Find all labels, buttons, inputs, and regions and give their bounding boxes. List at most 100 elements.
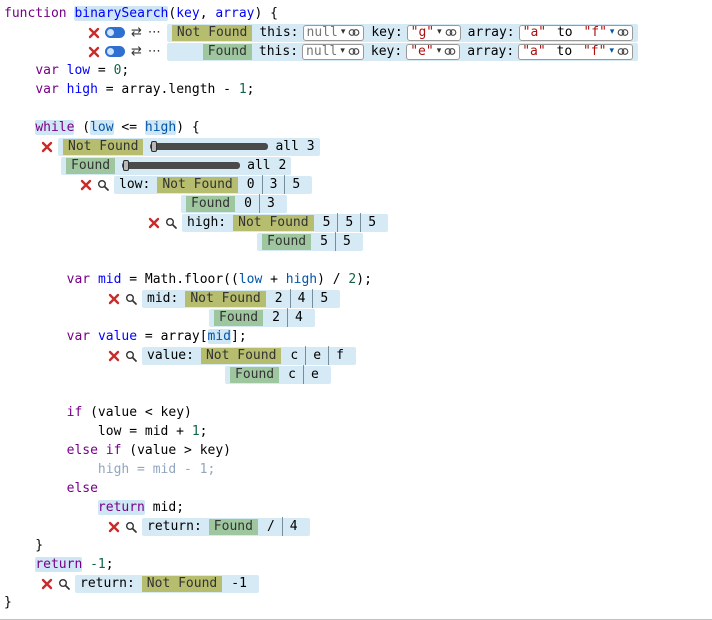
code-line: var mid = Math.floor((low + high) / 2);: [4, 270, 712, 289]
value-cells: 555: [321, 213, 383, 232]
code-line: return mid;: [4, 498, 712, 517]
call-row: ⇄⋯Foundthis:null▾key:"e"▾array:"a" to "f…: [88, 42, 712, 61]
more-icon[interactable]: ⋯: [148, 26, 161, 39]
probe-row: return:Found/4: [108, 517, 712, 536]
status-badge: Not Found: [172, 25, 252, 41]
value-cell: 5: [337, 213, 360, 232]
probe-strip: Foundce: [225, 366, 331, 384]
probe-label: high:: [187, 213, 226, 232]
arg-label: array:: [468, 23, 515, 42]
slider-label: all 2: [247, 156, 286, 175]
link-icon[interactable]: [348, 28, 360, 37]
link-icon[interactable]: [445, 28, 457, 37]
call-strip: Not Found this:null▾ key:"g"▾ array:"a" to …: [167, 24, 639, 42]
dropdown-value: null: [306, 42, 337, 61]
probe-strip: Found55: [257, 233, 363, 251]
value-dropdown[interactable]: "a" to "f"▾: [518, 44, 633, 60]
code-token: ) /: [317, 272, 348, 287]
iteration-slider-row: Not Foundall 3: [41, 137, 712, 156]
code-token: [4, 329, 67, 344]
code-token: [4, 82, 35, 97]
code-token: <=: [114, 120, 145, 135]
close-icon[interactable]: [108, 521, 120, 533]
code-line: var high = array.length - 1;: [4, 80, 712, 99]
probe-strip: return:Found/4: [142, 518, 310, 536]
magnifier-icon[interactable]: [125, 293, 137, 305]
code-line: }: [4, 536, 712, 555]
value-dropdown[interactable]: "g"▾: [407, 25, 461, 41]
toggle-switch[interactable]: [105, 46, 125, 57]
blank-line: [4, 384, 712, 403]
code-token: -1: [90, 557, 106, 572]
magnifier-icon[interactable]: [125, 521, 137, 533]
call-arg: key:"g"▾: [371, 23, 460, 42]
magnifier-icon[interactable]: [165, 217, 177, 229]
iteration-slider[interactable]: [122, 162, 240, 169]
call-arg: this:null▾: [259, 23, 364, 42]
close-icon[interactable]: [108, 350, 120, 362]
value-dropdown[interactable]: "a" to "f"▾: [519, 25, 634, 41]
chevron-down-icon: ▾: [609, 47, 614, 56]
code-token: var: [35, 82, 66, 97]
probe-highlight[interactable]: return: [98, 500, 145, 515]
close-icon[interactable]: [148, 217, 160, 229]
iteration-slider[interactable]: [150, 143, 268, 150]
swap-icon[interactable]: ⇄: [131, 26, 142, 39]
close-icon[interactable]: [41, 141, 53, 153]
code-token: [4, 120, 35, 135]
value-cell: 4: [282, 517, 305, 536]
code-token: (value < key): [82, 405, 192, 420]
slider-handle[interactable]: [151, 141, 157, 152]
value-dropdown[interactable]: "e"▾: [406, 44, 460, 60]
value-cell: 5: [318, 232, 335, 251]
value-cell: c: [288, 346, 305, 365]
value-cell: 3: [259, 194, 282, 213]
value-cells: 035: [245, 175, 307, 194]
code-token: (: [74, 120, 90, 135]
slider-handle[interactable]: [123, 160, 129, 171]
code-token: ;: [106, 557, 114, 572]
call-row: ⇄ ⋯ Not Found this:null▾ key:"g"▾ array:"a" t…: [88, 23, 712, 42]
magnifier-icon[interactable]: [125, 350, 137, 362]
status-badge: Found: [214, 310, 263, 326]
link-icon[interactable]: [617, 28, 629, 37]
call-strip: Foundthis:null▾key:"e"▾array:"a" to "f"▾: [167, 43, 638, 61]
value-cell: 5: [284, 175, 307, 194]
more-icon[interactable]: ⋯: [148, 45, 161, 58]
link-icon[interactable]: [617, 47, 629, 56]
code-token: if: [106, 443, 122, 458]
probe-label: return:: [80, 574, 135, 593]
probe-highlight[interactable]: low: [90, 120, 113, 135]
probe-strip: value:Not Foundcef: [142, 347, 356, 365]
close-icon[interactable]: [108, 293, 120, 305]
close-icon[interactable]: [41, 578, 53, 590]
dropdown-value: to: [549, 42, 580, 61]
value-dropdown[interactable]: null▾: [303, 25, 365, 41]
toggle-switch[interactable]: [105, 27, 125, 38]
slider-strip: Not Foundall 3: [58, 138, 320, 156]
probe-label: value:: [147, 346, 194, 365]
code-token: mid;: [145, 500, 184, 515]
probe-highlight[interactable]: while: [35, 120, 74, 135]
link-icon[interactable]: [444, 47, 456, 56]
code-line: if (value < key): [4, 403, 712, 422]
magnifier-icon[interactable]: [58, 578, 70, 590]
close-icon[interactable]: [88, 46, 100, 58]
code-token: ;: [247, 82, 255, 97]
call-arg: this:null▾: [259, 42, 364, 61]
code-token: else: [67, 443, 98, 458]
value-dropdown[interactable]: null▾: [302, 44, 364, 60]
value-cells: cef: [288, 346, 350, 365]
value-cell: e: [303, 365, 326, 384]
code-line: function binarySearch(key, array) {: [4, 4, 712, 23]
swap-icon[interactable]: ⇄: [131, 45, 142, 58]
probe-highlight[interactable]: return: [35, 557, 82, 572]
probe-highlight[interactable]: binarySearch: [74, 6, 168, 21]
link-icon[interactable]: [348, 47, 360, 56]
probe-highlight[interactable]: mid: [208, 329, 231, 344]
close-icon[interactable]: [80, 179, 92, 191]
value-cell: 5: [321, 213, 338, 232]
close-icon[interactable]: [88, 27, 100, 39]
magnifier-icon[interactable]: [97, 179, 109, 191]
probe-highlight[interactable]: high: [145, 120, 176, 135]
